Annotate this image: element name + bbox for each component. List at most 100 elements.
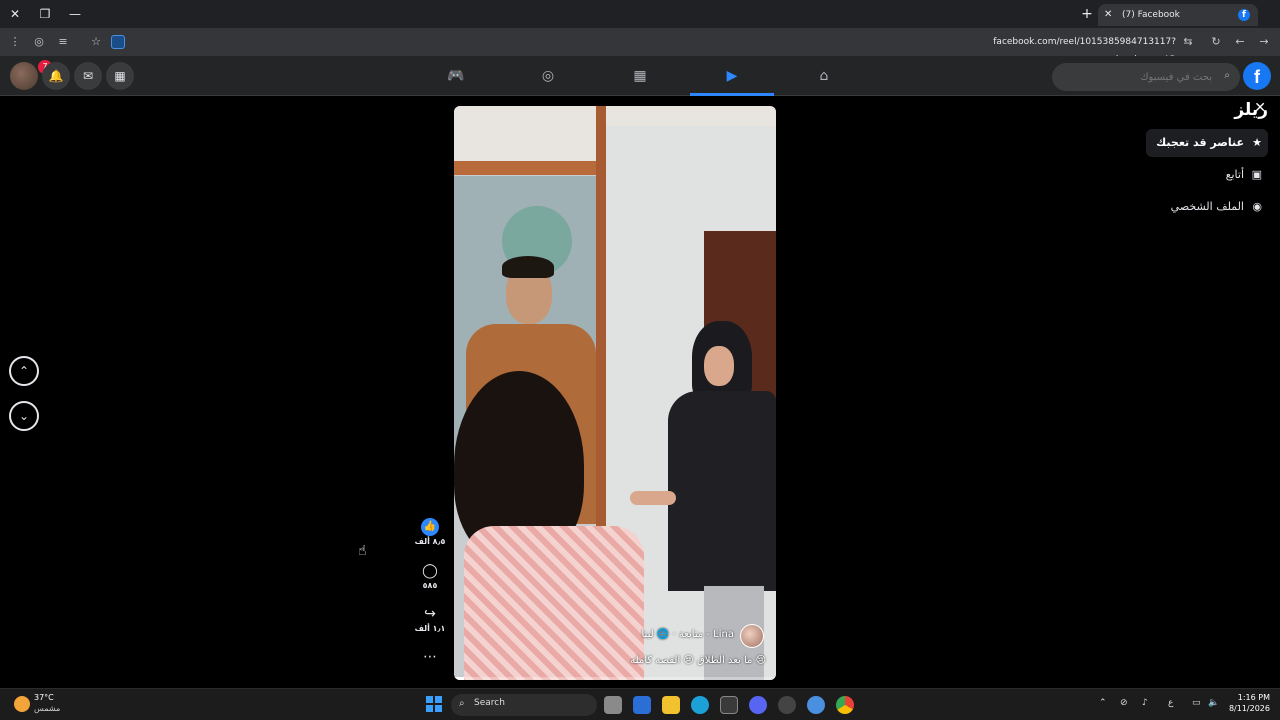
discord-icon[interactable] (749, 696, 767, 714)
video-man-hair (502, 256, 554, 278)
store-icon[interactable] (720, 696, 738, 714)
marketplace-icon: ▦ (633, 68, 647, 84)
video-woman-dress (668, 391, 776, 591)
separator: · 🌐 (653, 629, 676, 640)
input-language-indicator[interactable]: ع (1168, 698, 1173, 708)
more-options-button[interactable]: ⋯ (410, 648, 450, 666)
following-icon: ▣ (1251, 168, 1262, 181)
video-icon: ▶ (726, 68, 738, 84)
browser-titlebar: ✕ ❐ — + ✕ (7) Facebook f (0, 0, 1280, 28)
clock-date[interactable]: 8/11/2026 (1228, 704, 1270, 713)
nav-tab-video[interactable]: ▶ (690, 56, 774, 96)
volume-icon[interactable]: 🔈 (1208, 698, 1219, 708)
microphone-icon[interactable]: ♪ (1142, 698, 1148, 708)
sidebar-item-following[interactable]: أتابع ▣ (1216, 161, 1268, 189)
author-avatar[interactable] (740, 624, 764, 648)
app-icon[interactable] (778, 696, 796, 714)
taskbar-search[interactable]: ⌕ Search (451, 694, 597, 716)
reel-caption: ما بعد الطلاق 😢 القصه كامله 😢 (630, 655, 766, 666)
groups-icon: ◎ (541, 68, 555, 84)
sidebar-item-profile[interactable]: الملف الشخصي ◉ (1161, 193, 1268, 221)
like-button[interactable]: 👍 ٨٫٥ ألف (410, 518, 450, 546)
tab-title: (7) Facebook (1122, 10, 1180, 20)
site-settings-icon[interactable]: ⇆ (1179, 33, 1197, 51)
address-bar[interactable]: facebook.com/reel/1015385984713117?local… (940, 33, 1176, 65)
notifications-bell-icon[interactable]: 🔔 (42, 62, 70, 90)
tray-overflow-icon[interactable]: ⌃ (1099, 698, 1107, 708)
share-icon: ↪ (424, 606, 436, 622)
sidebar-item-suggested[interactable]: عناصر قد تعجبك ★ (1146, 129, 1268, 157)
app-icon[interactable] (807, 696, 825, 714)
file-explorer-icon[interactable] (662, 696, 680, 714)
browser-tab[interactable]: ✕ (7) Facebook f (1098, 4, 1258, 26)
home-icon: ⌂ (819, 68, 829, 84)
windows-taskbar: 37°C مشمس ⌕ Search ⌃ ⊘ ♪ ع ▭ 🔈 1:16 PM 8… (0, 688, 1280, 720)
edge-icon[interactable] (691, 696, 709, 714)
reel-video[interactable]: متابعة · 🌐 لينا - Lina ما بعد الطلاق 😢 ا… (454, 106, 776, 680)
reload-icon[interactable]: ↻ (1207, 33, 1225, 51)
tab-close-icon[interactable]: ✕ (1104, 4, 1112, 26)
more-icon: ⋯ (423, 649, 437, 665)
profile-icon[interactable]: ◎ (30, 33, 48, 51)
taskbar-search-label: Search (474, 698, 505, 708)
task-view-icon[interactable] (604, 696, 622, 714)
nav-tab-gaming[interactable]: 🎮 (414, 56, 498, 96)
clock-time[interactable]: 1:16 PM (1232, 693, 1270, 702)
mouse-pointer-icon: ☝ (358, 543, 367, 559)
facebook-search[interactable]: ⌕ (1052, 63, 1240, 91)
facebook-navbar: 7 🔔 ✉ ▦ 🎮 ◎ ▦ ▶ ⌂ ⌕ f (0, 56, 1280, 96)
chrome-icon[interactable] (836, 696, 854, 714)
window-restore-button[interactable]: ❐ (35, 4, 55, 24)
reading-list-icon[interactable]: ≡ (54, 33, 72, 51)
reel-author-line: متابعة · 🌐 لينا - Lina (642, 629, 735, 640)
sidebar-item-label: عناصر قد تعجبك (1156, 136, 1244, 149)
facebook-logo[interactable]: f (1243, 62, 1271, 90)
messenger-icon[interactable]: ✉ (74, 62, 102, 90)
previous-reel-button[interactable]: ⌃ (9, 356, 39, 386)
like-icon: 👍 (421, 518, 439, 536)
video-progress-fill (454, 677, 464, 680)
menu-icon[interactable]: ⋮ (6, 33, 24, 51)
sidebar-item-label: الملف الشخصي (1170, 200, 1244, 213)
comment-count: ٥٨٥ (422, 581, 438, 590)
back-icon[interactable]: → (1255, 33, 1273, 51)
star-icon: ★ (1252, 136, 1262, 149)
video-wood-trim (454, 161, 604, 175)
share-count: ١٫١ ألف (414, 624, 446, 633)
follow-link[interactable]: متابعة (679, 629, 703, 640)
search-input[interactable] (1062, 63, 1212, 91)
weather-temperature: 37°C (34, 693, 54, 702)
video-woman-hand (630, 491, 676, 505)
account-avatar[interactable] (10, 62, 38, 90)
menu-grid-icon[interactable]: ▦ (106, 62, 134, 90)
bookmark-star-icon[interactable]: ☆ (87, 33, 105, 51)
search-icon: ⌕ (459, 698, 465, 709)
weather-sun-icon[interactable] (14, 696, 30, 712)
share-button[interactable]: ↪ ١٫١ ألف (410, 605, 450, 633)
nav-tab-marketplace[interactable]: ▦ (598, 56, 682, 96)
windows-start-button[interactable] (426, 696, 442, 712)
search-icon: ⌕ (1224, 70, 1230, 81)
comment-button[interactable]: ◯ ٥٨٥ (410, 562, 450, 590)
gaming-icon: 🎮 (447, 68, 465, 84)
nav-tab-groups[interactable]: ◎ (506, 56, 590, 96)
next-reel-button[interactable]: ⌄ (9, 401, 39, 431)
profile-icon: ◉ (1252, 200, 1262, 213)
extension-icon[interactable] (111, 35, 125, 49)
video-progress-track[interactable] (454, 677, 776, 680)
sidebar-item-label: أتابع (1225, 168, 1244, 181)
reels-viewer: ريلز ✕ عناصر قد تعجبك ★ أتابع ▣ الملف ال… (0, 96, 1280, 688)
video-woman-face (704, 346, 734, 386)
like-count: ٨٫٥ ألف (414, 537, 446, 546)
network-off-icon[interactable]: ⊘ (1120, 698, 1128, 708)
close-icon[interactable]: ✕ (1254, 100, 1266, 116)
nav-tab-home[interactable]: ⌂ (782, 56, 866, 96)
video-girl-dress (464, 526, 644, 680)
forward-icon[interactable]: ← (1231, 33, 1249, 51)
comment-icon: ◯ (422, 563, 438, 579)
window-minimize-button[interactable]: — (65, 4, 85, 24)
network-icon[interactable]: ▭ (1192, 698, 1201, 708)
new-tab-button[interactable]: + (1078, 4, 1096, 24)
app-icon[interactable] (633, 696, 651, 714)
window-close-button[interactable]: ✕ (5, 4, 25, 24)
